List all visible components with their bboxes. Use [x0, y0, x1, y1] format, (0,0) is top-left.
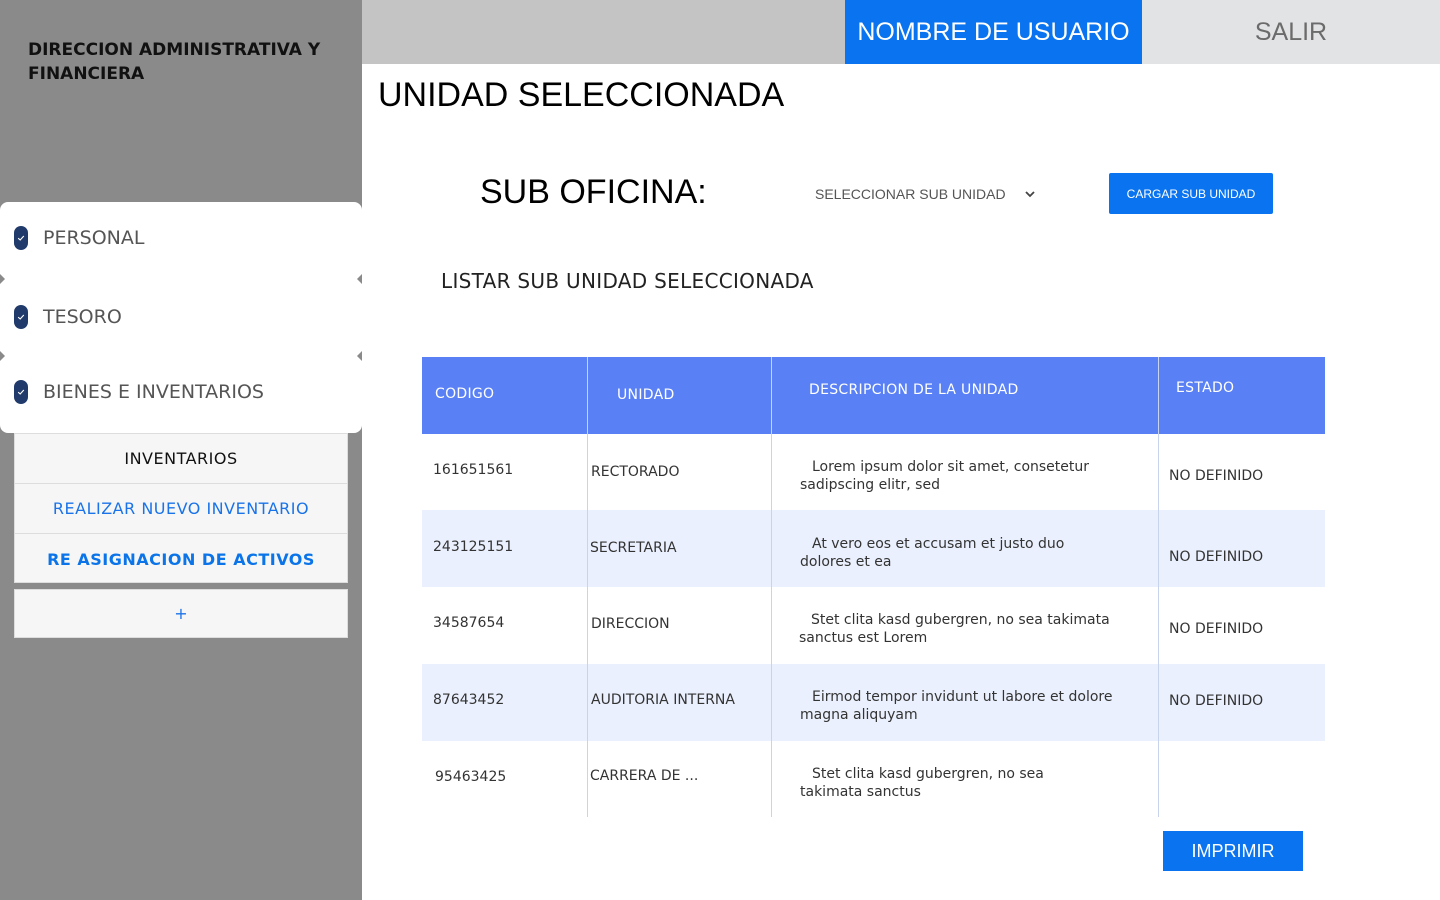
divider-arrow	[357, 351, 362, 361]
menu-card: PERSONAL TESORO BIENES E INVENTARIOS	[0, 202, 362, 433]
logout-button[interactable]: SALIR	[1142, 0, 1440, 64]
menu-item-tesoro[interactable]: TESORO	[0, 287, 362, 347]
org-title: DIRECCION ADMINISTRATIVA Y FINANCIERA	[28, 40, 321, 84]
cell-code: 243125151	[433, 539, 514, 555]
column-header-unit: UNIDAD	[617, 387, 675, 403]
cell-unit: CARRERA DE ...	[590, 768, 699, 784]
cell-unit: SECRETARIA	[590, 540, 677, 556]
cell-description: At vero eos et accusam et justo duo dolor…	[800, 536, 1065, 570]
table-row[interactable]: 87643452 AUDITORIA INTERNA Eirmod tempor…	[422, 664, 1325, 741]
cell-description: Lorem ipsum dolor sit amet, consetetur sa…	[800, 459, 1090, 493]
cell-state: NO DEFINIDO	[1169, 693, 1264, 709]
menu-item-personal[interactable]: PERSONAL	[0, 208, 362, 268]
cell-state: NO DEFINIDO	[1169, 621, 1264, 637]
check-circle-icon	[14, 380, 28, 404]
submenu-card: INVENTARIOS REALIZAR NUEVO INVENTARIO RE…	[14, 433, 348, 583]
list-title: LISTAR SUB UNIDAD SELECCIONADA	[441, 269, 814, 293]
submenu-link-new-inventory[interactable]: REALIZAR NUEVO INVENTARIO	[15, 484, 347, 534]
menu-item-bienes[interactable]: BIENES E INVENTARIOS	[0, 362, 362, 422]
menu-item-label: TESORO	[43, 306, 122, 328]
cell-code: 34587654	[433, 615, 505, 631]
sidebar: DIRECCION ADMINISTRATIVA Y FINANCIERA PE…	[0, 0, 362, 900]
cell-state: NO DEFINIDO	[1169, 468, 1264, 484]
chevron-down-icon	[1025, 191, 1035, 198]
cell-code: 95463425	[435, 769, 507, 785]
cell-unit: DIRECCION	[591, 616, 670, 632]
column-divider	[1158, 357, 1159, 817]
units-table: CODIGO UNIDAD DESCRIPCION DE LA UNIDAD E…	[422, 357, 1325, 817]
column-header-code: CODIGO	[435, 386, 495, 402]
cell-unit: AUDITORIA INTERNA	[591, 692, 735, 708]
column-header-description: DESCRIPCION DE LA UNIDAD	[809, 382, 1019, 398]
submenu-header: INVENTARIOS	[15, 434, 347, 484]
add-button[interactable]: +	[14, 589, 348, 638]
menu-item-label: PERSONAL	[43, 227, 145, 249]
column-divider	[771, 357, 772, 817]
table-row[interactable]: 34587654 DIRECCION Stet clita kasd guber…	[422, 587, 1325, 664]
cell-description: Eirmod tempor invidunt ut labore et dolo…	[800, 689, 1113, 723]
cell-state: NO DEFINIDO	[1169, 549, 1264, 565]
page-title: UNIDAD SELECCIONADA	[378, 76, 785, 114]
check-circle-icon	[14, 305, 28, 329]
table-row[interactable]: 95463425 CARRERA DE ... Stet clita kasd …	[422, 741, 1325, 818]
load-sub-unit-button[interactable]: CARGAR SUB UNIDAD	[1109, 173, 1273, 214]
table-row[interactable]: 161651561 RECTORADO Lorem ipsum dolor si…	[422, 434, 1325, 511]
column-header-state: ESTADO	[1176, 380, 1235, 396]
menu-item-label: BIENES E INVENTARIOS	[43, 381, 264, 403]
cell-description: Stet clita kasd gubergren, no sea takima…	[799, 612, 1110, 646]
column-divider	[587, 357, 588, 817]
divider-arrow	[0, 274, 5, 284]
check-circle-icon	[14, 226, 28, 250]
divider-arrow	[0, 351, 5, 361]
sub-unit-select[interactable]: SELECCIONAR SUB UNIDAD	[815, 182, 1045, 206]
cell-description: Stet clita kasd gubergren, no sea takimat…	[800, 766, 1044, 800]
cell-code: 87643452	[433, 692, 505, 708]
submenu-link-reassign-assets[interactable]: RE ASIGNACION DE ACTIVOS	[15, 534, 347, 584]
cell-code: 161651561	[433, 462, 514, 478]
select-value: SELECCIONAR SUB UNIDAD	[815, 186, 1006, 202]
sub-office-label: SUB OFICINA:	[480, 173, 707, 211]
table-row[interactable]: 243125151 SECRETARIA At vero eos et accu…	[422, 510, 1325, 587]
divider-arrow	[357, 274, 362, 284]
print-button[interactable]: IMPRIMIR	[1163, 831, 1303, 871]
table-header: CODIGO UNIDAD DESCRIPCION DE LA UNIDAD E…	[422, 357, 1325, 434]
cell-unit: RECTORADO	[591, 464, 680, 480]
user-name-button[interactable]: NOMBRE DE USUARIO	[845, 0, 1142, 64]
